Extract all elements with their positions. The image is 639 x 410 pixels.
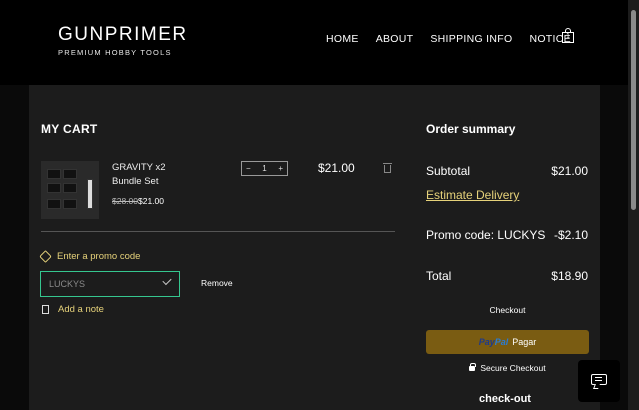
promo-summary-label: Promo code: LUCKYS: [426, 228, 546, 242]
chat-icon: [591, 374, 607, 385]
cart-count: 1: [566, 33, 570, 40]
decrement-button[interactable]: −: [246, 164, 251, 173]
scrollbar[interactable]: [628, 0, 639, 410]
paypal-logo-pay: Pay: [478, 337, 495, 347]
site-header: GUNPRIMER PREMIUM HOBBY TOOLS HOME ABOUT…: [0, 0, 628, 85]
tag-icon: [39, 250, 52, 263]
subtotal-label: Subtotal: [426, 164, 471, 178]
product-old-price: $28.00: [112, 196, 138, 206]
trash-icon[interactable]: [383, 163, 392, 173]
total-value: $18.90: [551, 269, 588, 283]
note-link-label: Add a note: [58, 304, 104, 315]
total-label: Total: [426, 269, 452, 283]
promo-code-link[interactable]: Enter a promo code: [39, 250, 141, 263]
paypal-button[interactable]: Pay Pal Pagar: [426, 330, 589, 354]
checkout-button[interactable]: Checkout: [426, 305, 589, 315]
promo-code-value: LUCKYS: [49, 279, 86, 289]
quantity-stepper: − 1 +: [241, 161, 288, 176]
cart-panel: MY CART GRAVITY x2 Bundle Set $28.00 $21…: [29, 85, 600, 410]
paypal-logo-pal: Pal: [494, 337, 509, 347]
divider: [41, 231, 395, 232]
quantity-value[interactable]: 1: [262, 164, 266, 173]
checkout-footer-label: check-out: [479, 393, 531, 405]
product-thumbnail[interactable]: [41, 161, 99, 219]
cart-title: MY CART: [41, 122, 98, 136]
cart-icon[interactable]: 1: [562, 28, 576, 44]
lock-icon: [469, 362, 477, 371]
brand-name: GUNPRIMER: [58, 24, 188, 45]
brand-logo[interactable]: GUNPRIMER PREMIUM HOBBY TOOLS: [58, 24, 188, 57]
note-icon: [42, 305, 49, 314]
remove-promo-button[interactable]: Remove: [201, 278, 233, 288]
subtotal-value: $21.00: [551, 164, 588, 178]
estimate-delivery-link[interactable]: Estimate Delivery: [426, 188, 519, 202]
product-name[interactable]: GRAVITY x2 Bundle Set: [112, 161, 182, 189]
line-total: $21.00: [318, 161, 355, 175]
main-nav: HOME ABOUT SHIPPING INFO NOTICE: [326, 33, 571, 45]
scrollbar-thumb[interactable]: [631, 10, 636, 210]
promo-summary-value: -$2.10: [553, 228, 588, 242]
secure-checkout-text: Secure Checkout: [480, 363, 546, 373]
product-new-price: $21.00: [138, 196, 164, 206]
brand-tagline: PREMIUM HOBBY TOOLS: [58, 48, 172, 57]
secure-checkout-label: Secure Checkout: [426, 362, 589, 373]
order-summary-title: Order summary: [426, 122, 516, 136]
promo-link-label: Enter a promo code: [57, 251, 141, 262]
paypal-button-label: Pagar: [512, 337, 537, 347]
nav-about[interactable]: ABOUT: [376, 33, 414, 45]
promo-code-input[interactable]: LUCKYS: [40, 271, 180, 297]
increment-button[interactable]: +: [278, 164, 283, 173]
check-icon: [162, 275, 172, 286]
nav-home[interactable]: HOME: [326, 33, 359, 45]
chat-button[interactable]: [578, 360, 620, 402]
add-note-link[interactable]: Add a note: [42, 304, 104, 315]
nav-shipping-info[interactable]: SHIPPING INFO: [430, 33, 512, 45]
